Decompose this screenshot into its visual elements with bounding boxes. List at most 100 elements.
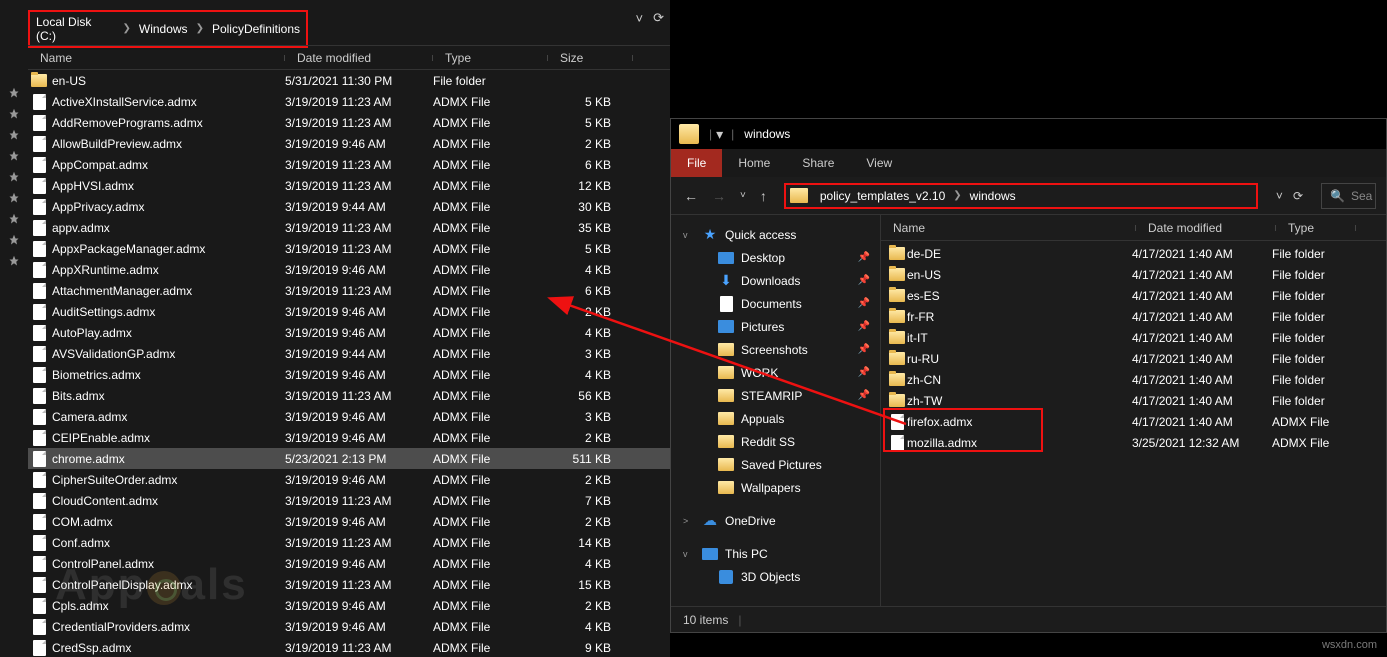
col-name[interactable]: Name <box>28 51 285 65</box>
file-row[interactable]: ru-RU 4/17/2021 1:40 AM File folder <box>881 348 1386 369</box>
file-row[interactable]: zh-TW 4/17/2021 1:40 AM File folder <box>881 390 1386 411</box>
file-list-right[interactable]: Name Date modified Type de-DE 4/17/2021 … <box>881 215 1386 606</box>
tree-node-objects[interactable]: 3D Objects <box>671 565 880 588</box>
column-headers-right[interactable]: Name Date modified Type <box>881 215 1386 241</box>
file-row[interactable]: CloudContent.admx 3/19/2019 11:23 AM ADM… <box>28 490 670 511</box>
tree-node-documents[interactable]: Documents 📌 <box>671 292 880 315</box>
file-row[interactable]: CEIPEnable.admx 3/19/2019 9:46 AM ADMX F… <box>28 427 670 448</box>
pin-icon[interactable] <box>0 166 28 187</box>
breadcrumb-segment[interactable]: Local Disk (C:) <box>30 15 120 43</box>
tree-node-folder[interactable]: STEAMRIP 📌 <box>671 384 880 407</box>
file-row[interactable]: Bits.admx 3/19/2019 11:23 AM ADMX File 5… <box>28 385 670 406</box>
file-row[interactable]: firefox.admx 4/17/2021 1:40 AM ADMX File <box>881 411 1386 432</box>
breadcrumb-segment[interactable]: windows <box>964 189 1022 203</box>
pin-icon[interactable] <box>0 250 28 271</box>
file-row[interactable]: AppPrivacy.admx 3/19/2019 9:44 AM ADMX F… <box>28 196 670 217</box>
file-row[interactable]: ActiveXInstallService.admx 3/19/2019 11:… <box>28 91 670 112</box>
tree-node-pictures[interactable]: Pictures 📌 <box>671 315 880 338</box>
file-row[interactable]: AppHVSI.admx 3/19/2019 11:23 AM ADMX Fil… <box>28 175 670 196</box>
tree-node-desktop[interactable]: Desktop 📌 <box>671 246 880 269</box>
address-bar-right[interactable]: policy_templates_v2.10 ❯ windows <box>784 183 1258 209</box>
col-type[interactable]: Type <box>1276 221 1356 235</box>
pin-icon[interactable] <box>0 229 28 250</box>
file-row[interactable]: chrome.admx 5/23/2021 2:13 PM ADMX File … <box>28 448 670 469</box>
ribbon-tabs[interactable]: File Home Share View <box>671 149 1386 177</box>
file-row[interactable]: AuditSettings.admx 3/19/2019 9:46 AM ADM… <box>28 301 670 322</box>
file-row[interactable]: mozilla.admx 3/25/2021 12:32 AM ADMX Fil… <box>881 432 1386 453</box>
col-size[interactable]: Size <box>548 51 633 65</box>
forward-button[interactable]: → <box>709 188 729 204</box>
expand-icon[interactable]: v <box>683 230 695 240</box>
file-row[interactable]: Conf.admx 3/19/2019 11:23 AM ADMX File 1… <box>28 532 670 553</box>
file-row[interactable]: ControlPanel.admx 3/19/2019 9:46 AM ADMX… <box>28 553 670 574</box>
file-row[interactable]: AttachmentManager.admx 3/19/2019 11:23 A… <box>28 280 670 301</box>
file-row[interactable]: AppXRuntime.admx 3/19/2019 9:46 AM ADMX … <box>28 259 670 280</box>
col-name[interactable]: Name <box>881 221 1136 235</box>
tab-share[interactable]: Share <box>786 149 850 177</box>
file-row[interactable]: AllowBuildPreview.admx 3/19/2019 9:46 AM… <box>28 133 670 154</box>
dropdown-icon[interactable]: ˅ <box>636 11 644 26</box>
titlebar[interactable]: | ▾ | windows <box>671 119 1386 149</box>
file-row[interactable]: appv.admx 3/19/2019 11:23 AM ADMX File 3… <box>28 217 670 238</box>
column-headers-left[interactable]: Name Date modified Type Size <box>28 45 670 70</box>
dropdown-icon[interactable]: ˅ <box>1276 189 1283 203</box>
tab-home[interactable]: Home <box>722 149 786 177</box>
tree-node-quick[interactable]: v ★ Quick access <box>671 223 880 246</box>
tree-node-folder[interactable]: Appuals <box>671 407 880 430</box>
tab-file[interactable]: File <box>671 149 722 177</box>
tree-node-folder[interactable]: WORK 📌 <box>671 361 880 384</box>
file-row[interactable]: en-US 5/31/2021 11:30 PM File folder <box>28 70 670 91</box>
file-row[interactable]: Camera.admx 3/19/2019 9:46 AM ADMX File … <box>28 406 670 427</box>
up-button[interactable]: ↑ <box>757 188 770 204</box>
expand-icon[interactable]: v <box>683 549 695 559</box>
file-row[interactable]: AppxPackageManager.admx 3/19/2019 11:23 … <box>28 238 670 259</box>
breadcrumb-segment[interactable]: Windows <box>133 22 194 36</box>
file-row[interactable]: CredSsp.admx 3/19/2019 11:23 AM ADMX Fil… <box>28 637 670 657</box>
tree-node-folder[interactable]: Reddit SS <box>671 430 880 453</box>
pin-icon[interactable] <box>0 208 28 229</box>
file-row[interactable]: fr-FR 4/17/2021 1:40 AM File folder <box>881 306 1386 327</box>
back-button[interactable]: ← <box>681 188 701 204</box>
tab-view[interactable]: View <box>850 149 908 177</box>
file-row[interactable]: es-ES 4/17/2021 1:40 AM File folder <box>881 285 1386 306</box>
search-input[interactable]: 🔍 Sea <box>1321 183 1376 209</box>
file-row[interactable]: AutoPlay.admx 3/19/2019 9:46 AM ADMX Fil… <box>28 322 670 343</box>
col-date[interactable]: Date modified <box>1136 221 1276 235</box>
file-row[interactable]: zh-CN 4/17/2021 1:40 AM File folder <box>881 369 1386 390</box>
tree-node-onedrive[interactable]: > ☁ OneDrive <box>671 509 880 532</box>
refresh-icon[interactable]: ⟳ <box>1293 189 1303 203</box>
file-row[interactable]: CipherSuiteOrder.admx 3/19/2019 9:46 AM … <box>28 469 670 490</box>
file-row[interactable]: it-IT 4/17/2021 1:40 AM File folder <box>881 327 1386 348</box>
breadcrumb-segment[interactable]: policy_templates_v2.10 <box>814 189 951 203</box>
pin-icon[interactable] <box>0 103 28 124</box>
tree-node-folder[interactable]: Wallpapers <box>671 476 880 499</box>
file-row[interactable]: AppCompat.admx 3/19/2019 11:23 AM ADMX F… <box>28 154 670 175</box>
file-row[interactable]: Biometrics.admx 3/19/2019 9:46 AM ADMX F… <box>28 364 670 385</box>
file-row[interactable]: Cpls.admx 3/19/2019 9:46 AM ADMX File 2 … <box>28 595 670 616</box>
tree-node-folder[interactable]: Saved Pictures <box>671 453 880 476</box>
pin-icon[interactable] <box>0 187 28 208</box>
customize-icon[interactable]: ▾ <box>716 126 723 143</box>
pin-icon[interactable] <box>0 145 28 166</box>
breadcrumb-segment[interactable]: PolicyDefinitions <box>206 22 306 36</box>
file-row[interactable]: CredentialProviders.admx 3/19/2019 9:46 … <box>28 616 670 637</box>
address-bar-left[interactable]: Local Disk (C:) ❯ Windows ❯ PolicyDefini… <box>0 0 670 45</box>
tree-node-downloads[interactable]: ⬇ Downloads 📌 <box>671 269 880 292</box>
file-row[interactable]: COM.admx 3/19/2019 9:46 AM ADMX File 2 K… <box>28 511 670 532</box>
pin-icon[interactable] <box>0 82 28 103</box>
file-row[interactable]: AVSValidationGP.admx 3/19/2019 9:44 AM A… <box>28 343 670 364</box>
col-date[interactable]: Date modified <box>285 51 433 65</box>
pin-icon[interactable] <box>0 124 28 145</box>
file-row[interactable]: ControlPanelDisplay.admx 3/19/2019 11:23… <box>28 574 670 595</box>
col-type[interactable]: Type <box>433 51 548 65</box>
refresh-icon[interactable]: ⟳ <box>653 10 664 26</box>
nav-tree[interactable]: v ★ Quick access Desktop 📌 ⬇ Downloads 📌… <box>671 215 881 606</box>
file-row[interactable]: en-US 4/17/2021 1:40 AM File folder <box>881 264 1386 285</box>
tree-node-folder[interactable]: Screenshots 📌 <box>671 338 880 361</box>
file-list-left[interactable]: en-US 5/31/2021 11:30 PM File folder Act… <box>28 70 670 657</box>
expand-icon[interactable]: > <box>683 516 695 526</box>
file-row[interactable]: AddRemovePrograms.admx 3/19/2019 11:23 A… <box>28 112 670 133</box>
tree-node-thispc[interactable]: v This PC <box>671 542 880 565</box>
recent-dropdown[interactable]: ˅ <box>737 190 749 201</box>
file-row[interactable]: de-DE 4/17/2021 1:40 AM File folder <box>881 243 1386 264</box>
